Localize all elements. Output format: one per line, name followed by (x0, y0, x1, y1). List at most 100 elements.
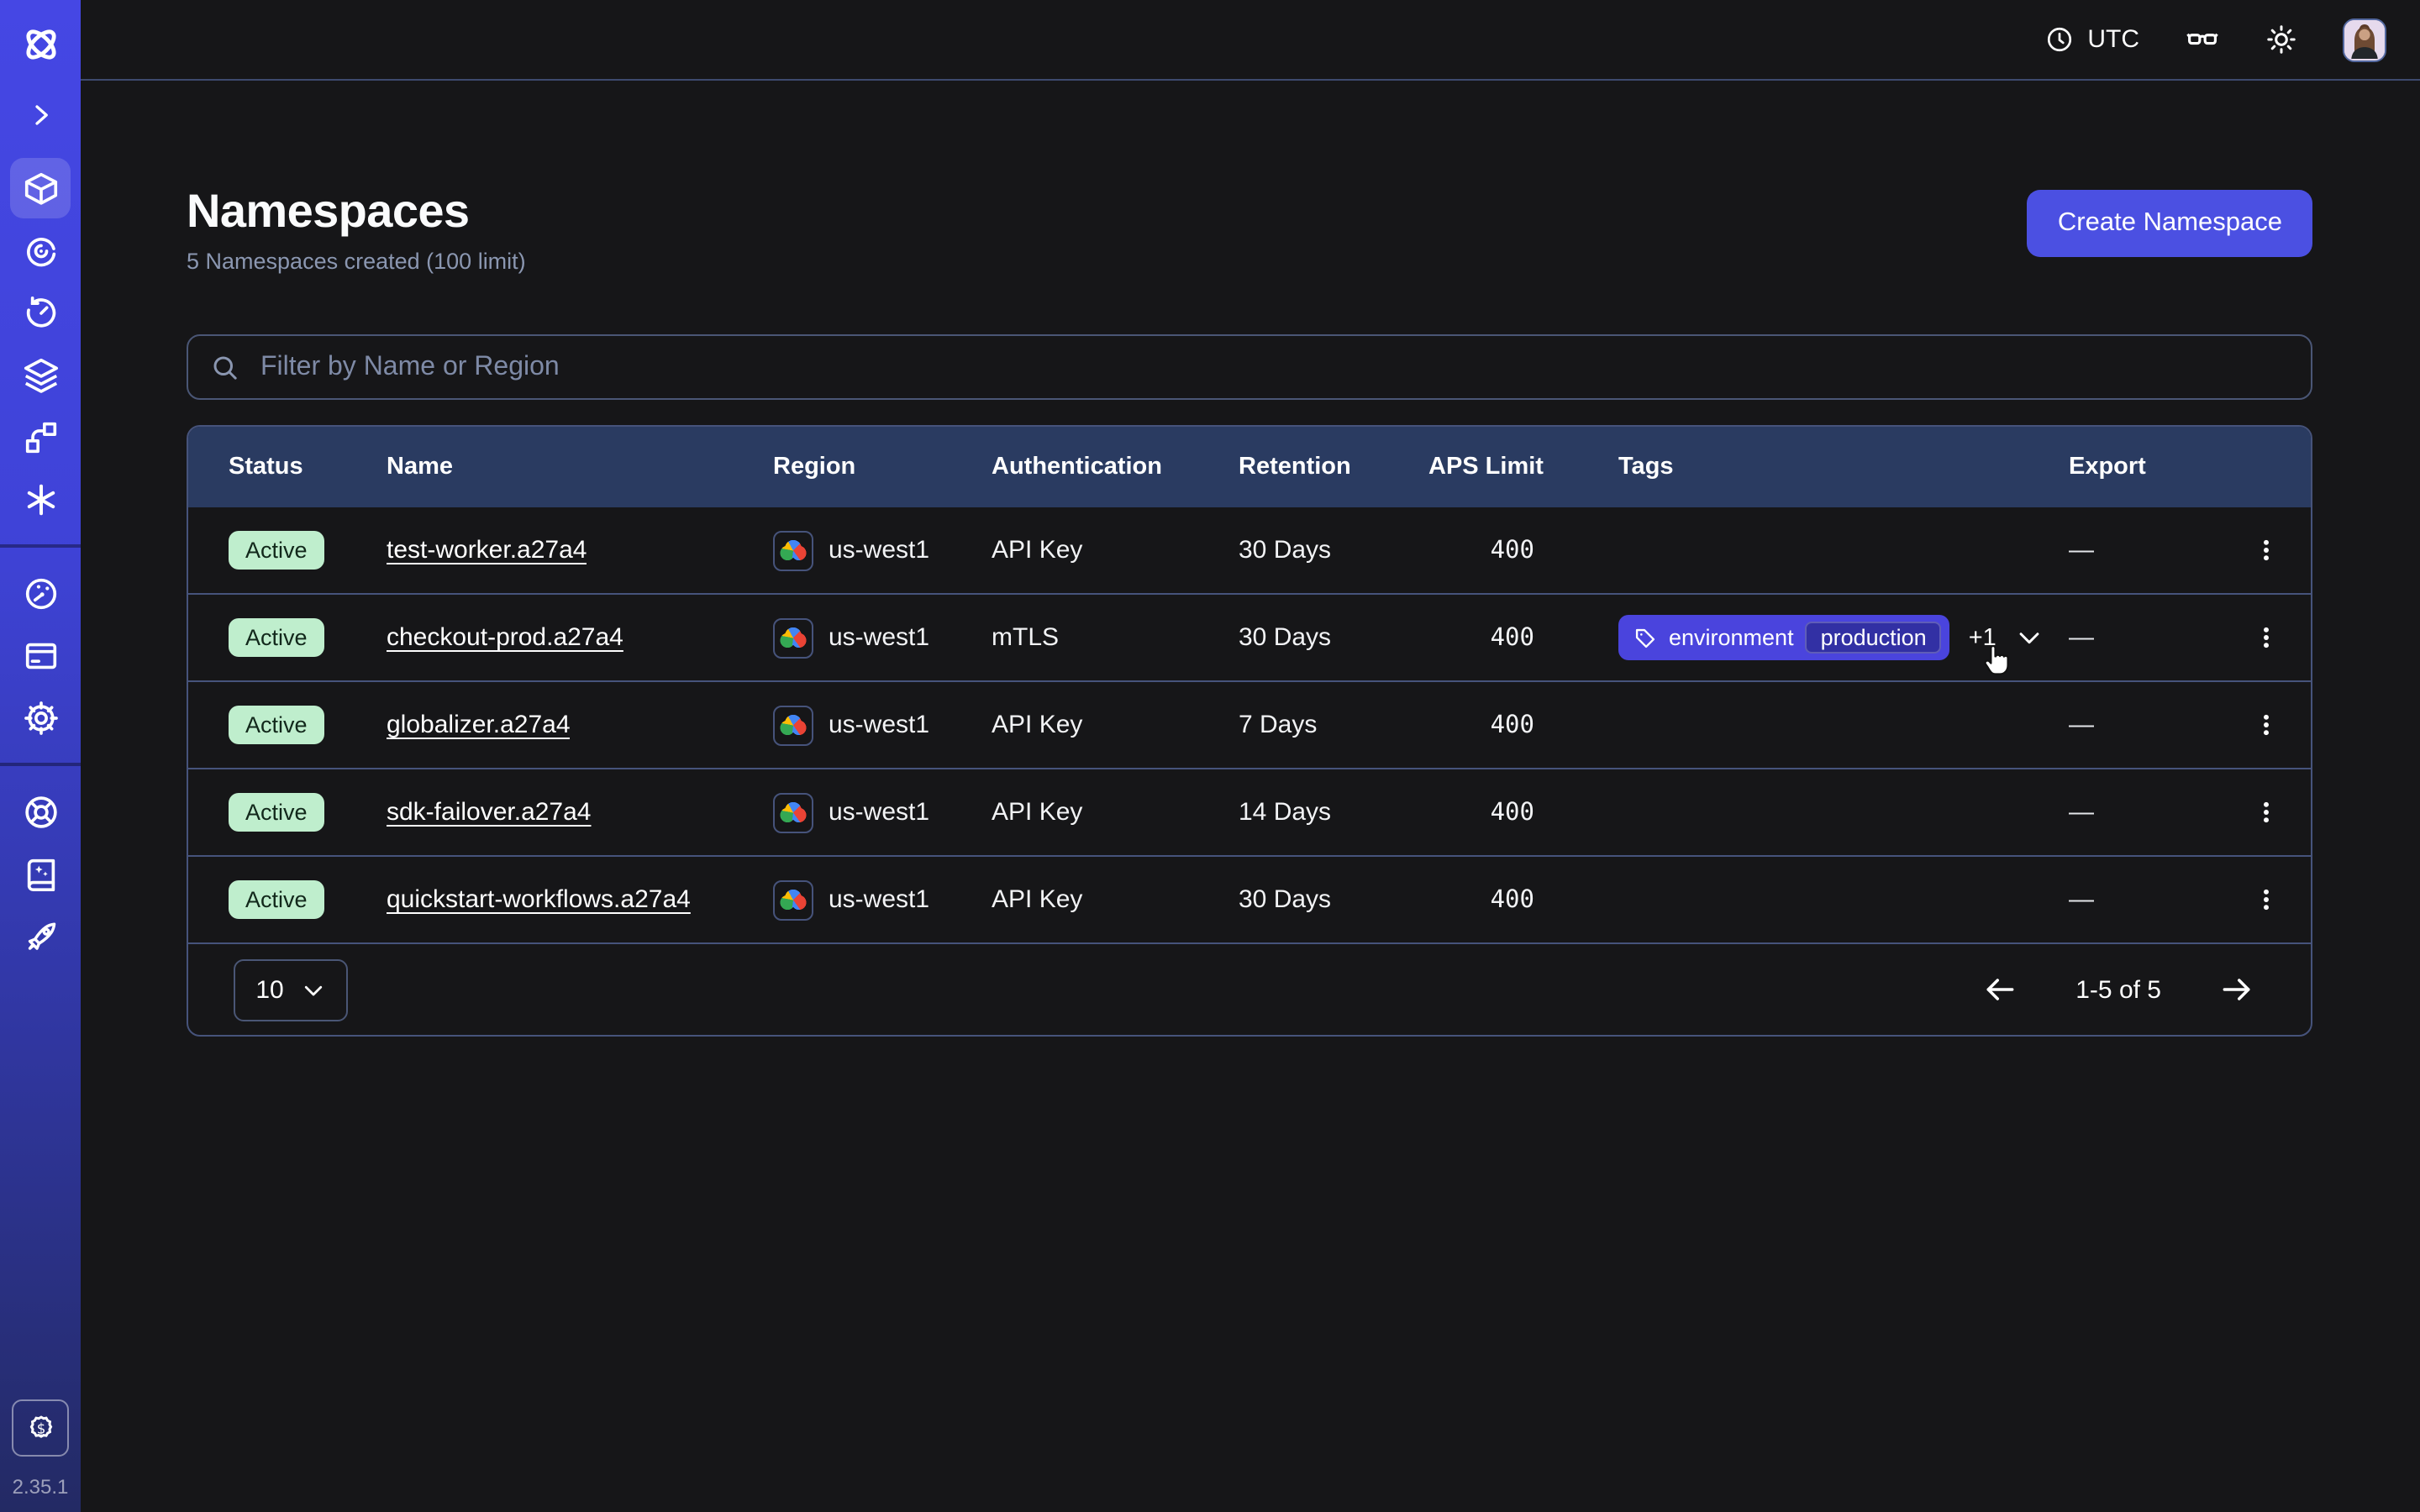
actions-cell (2240, 525, 2312, 575)
sidebar-item-docs[interactable] (10, 843, 71, 904)
sidebar-item-usage[interactable] (10, 563, 71, 623)
status-badge: Active (229, 706, 324, 744)
col-tags: Tags (1618, 454, 2069, 480)
timezone-selector[interactable]: UTC (2045, 25, 2139, 54)
region-cell: us-west1 (773, 792, 992, 832)
arrow-right-icon (2218, 971, 2255, 1008)
table-row: Active test-worker.a27a4 us-west1 API Ke… (188, 507, 2311, 595)
status-badge: Active (229, 880, 324, 919)
glasses-icon (2185, 22, 2220, 57)
retention-cell: 7 Days (1239, 711, 1428, 739)
namespace-link[interactable]: test-worker.a27a4 (387, 536, 587, 564)
table-body: Active test-worker.a27a4 us-west1 API Ke… (188, 507, 2311, 944)
aps-limit-cell: 400 (1428, 537, 1618, 564)
sidebar-expand-button[interactable] (20, 94, 60, 134)
table-row: Active sdk-failover.a27a4 us-west1 API K… (188, 769, 2311, 857)
sidebar-item-deployments[interactable] (10, 344, 71, 405)
page-size-select[interactable]: 10 (234, 958, 348, 1021)
region-label: us-west1 (829, 711, 929, 739)
retention-cell: 30 Days (1239, 623, 1428, 652)
gcp-icon (773, 530, 813, 570)
create-namespace-button[interactable]: Create Namespace (2028, 190, 2312, 257)
sidebar-item-workflows[interactable] (10, 220, 71, 281)
region-cell: us-west1 (773, 617, 992, 658)
status-cell: Active (229, 793, 387, 832)
search-icon (210, 352, 240, 382)
branch-icon (21, 417, 60, 456)
theme-toggle-button[interactable] (2265, 24, 2297, 55)
export-cell: — (2069, 885, 2240, 914)
region-label: us-west1 (829, 623, 929, 652)
col-region: Region (773, 454, 992, 480)
namespace-link[interactable]: globalizer.a27a4 (387, 711, 571, 739)
namespace-link[interactable]: quickstart-workflows.a27a4 (387, 885, 691, 914)
table-row: Active checkout-prod.a27a4 us-west1 mTLS… (188, 595, 2311, 682)
status-cell: Active (229, 531, 387, 570)
kebab-menu-icon (2251, 536, 2280, 564)
aps-limit-cell: 400 (1428, 624, 1618, 651)
retention-cell: 30 Days (1239, 885, 1428, 914)
actions-cell (2240, 700, 2312, 750)
region-label: us-west1 (829, 798, 929, 827)
next-page-button[interactable] (2218, 971, 2255, 1008)
actions-cell (2240, 874, 2312, 925)
row-menu-button[interactable] (2240, 787, 2291, 837)
auth-cell: API Key (992, 536, 1239, 564)
page-header: Namespaces 5 Namespaces created (100 lim… (187, 188, 2312, 274)
timezone-label: UTC (2087, 25, 2139, 54)
tags-more-count: +1 (1969, 624, 1996, 651)
sidebar-nav (0, 158, 81, 966)
page-subtitle: 5 Namespaces created (100 limit) (187, 249, 526, 274)
sidebar-item-schedules[interactable] (10, 282, 71, 343)
region-cell: us-west1 (773, 705, 992, 745)
tags-expand-chevron-icon[interactable] (2015, 623, 2044, 652)
row-menu-button[interactable] (2240, 874, 2291, 925)
retention-cell: 14 Days (1239, 798, 1428, 827)
sidebar-item-namespaces[interactable] (10, 158, 71, 218)
status-cell: Active (229, 618, 387, 657)
filter-bar[interactable] (187, 334, 2312, 400)
reader-mode-button[interactable] (2185, 22, 2220, 57)
temporal-logo-icon[interactable] (17, 20, 64, 67)
col-aps-limit: APS Limit (1428, 454, 1618, 480)
row-menu-button[interactable] (2240, 700, 2291, 750)
row-menu-button[interactable] (2240, 525, 2291, 575)
sidebar-item-getting-started[interactable] (10, 906, 71, 966)
aps-limit-cell: 400 (1428, 799, 1618, 826)
pricing-badge-button[interactable]: $ (12, 1399, 69, 1457)
tag-pill[interactable]: environment production (1618, 615, 1950, 660)
namespace-link[interactable]: sdk-failover.a27a4 (387, 798, 592, 827)
auth-cell: API Key (992, 798, 1239, 827)
row-menu-button[interactable] (2240, 612, 2291, 663)
region-label: us-west1 (829, 536, 929, 564)
region-cell: us-west1 (773, 879, 992, 920)
cube-icon (21, 169, 60, 207)
name-cell: test-worker.a27a4 (387, 536, 773, 564)
auth-cell: API Key (992, 885, 1239, 914)
chevron-down-icon (301, 977, 326, 1002)
user-avatar[interactable] (2343, 18, 2386, 61)
namespace-link[interactable]: checkout-prod.a27a4 (387, 623, 623, 652)
col-status: Status (229, 454, 387, 480)
tag-value: production (1806, 622, 1942, 654)
kebab-menu-icon (2251, 798, 2280, 827)
book-icon (21, 854, 60, 893)
rocket-icon (21, 916, 60, 955)
name-cell: sdk-failover.a27a4 (387, 798, 773, 827)
lifebuoy-icon (21, 792, 60, 831)
asterisk-icon (21, 480, 60, 518)
previous-page-button[interactable] (1981, 971, 2018, 1008)
sidebar-item-settings[interactable] (10, 687, 71, 748)
sidebar-item-support[interactable] (10, 781, 71, 842)
filter-input[interactable] (257, 350, 2289, 384)
sidebar-item-batch-operations[interactable] (10, 469, 71, 529)
sidebar-item-billing[interactable] (10, 625, 71, 685)
gear-icon (21, 698, 60, 737)
actions-cell (2240, 787, 2312, 837)
sidebar-item-nexus[interactable] (10, 407, 71, 467)
auth-cell: mTLS (992, 623, 1239, 652)
region-label: us-west1 (829, 885, 929, 914)
cycle-icon (21, 231, 60, 270)
gcp-icon (773, 879, 813, 920)
table-row: Active quickstart-workflows.a27a4 us-wes… (188, 857, 2311, 944)
